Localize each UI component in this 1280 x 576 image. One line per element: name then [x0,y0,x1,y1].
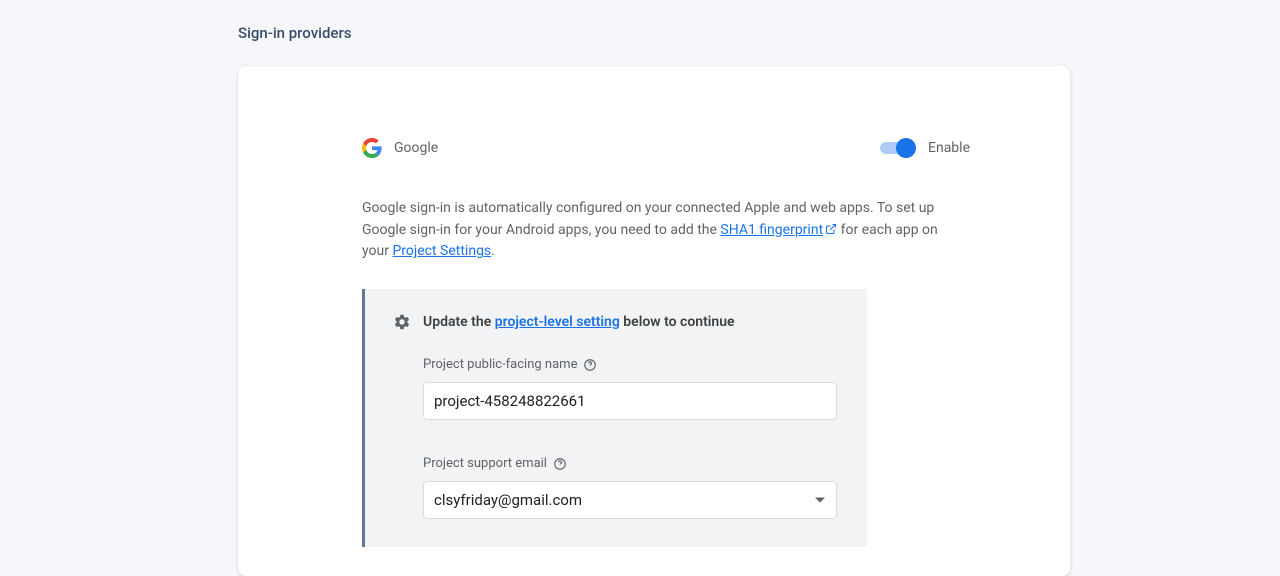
external-link-icon [825,223,837,235]
support-email-label: Project support email [423,456,547,471]
google-icon [362,138,382,158]
page-title: Sign-in providers [238,24,1070,42]
description-text-3: . [491,243,495,259]
public-name-field-group: Project public-facing name [423,357,839,420]
project-level-setting-link[interactable]: project-level setting [495,314,620,330]
provider-description: Google sign-in is automatically configur… [362,198,962,263]
sha1-fingerprint-link[interactable]: SHA1 fingerprint [720,222,837,238]
help-icon[interactable] [553,457,567,471]
settings-panel: Update the project-level setting below t… [362,289,867,547]
gear-icon [393,313,411,331]
public-name-input[interactable] [423,382,837,420]
project-settings-link[interactable]: Project Settings [392,243,491,259]
enable-toggle[interactable] [880,138,916,158]
provider-header: Google Enable [362,138,970,158]
support-email-select[interactable]: clsyfriday@gmail.com [423,481,837,519]
public-name-label: Project public-facing name [423,357,577,372]
panel-title: Update the project-level setting below t… [423,314,735,330]
enable-toggle-label: Enable [928,140,970,156]
provider-card: Google Enable Google sign-in is automati… [238,66,1070,576]
help-icon[interactable] [583,358,597,372]
provider-name: Google [394,140,438,156]
support-email-field-group: Project support email clsyfriday@gmail.c… [423,456,839,519]
